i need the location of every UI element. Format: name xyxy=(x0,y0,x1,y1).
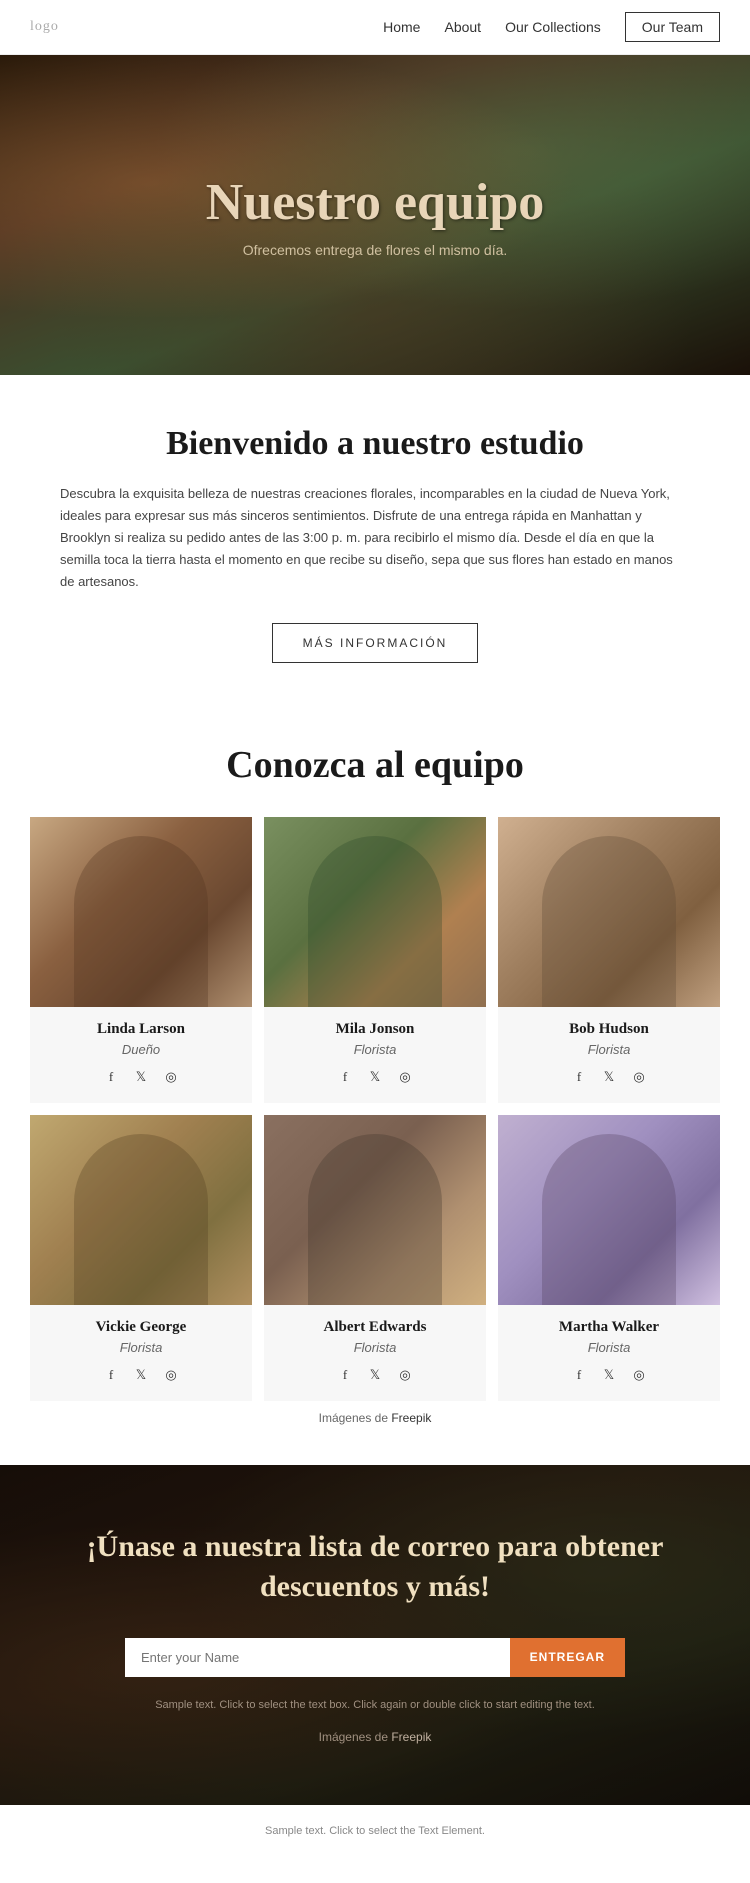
team-member-role: Florista xyxy=(274,1042,476,1057)
facebook-icon[interactable]: f xyxy=(335,1067,355,1087)
team-socials: f 𝕏 ◎ xyxy=(40,1365,242,1385)
person-body xyxy=(74,1134,207,1305)
team-card-info: Linda Larson Dueño f 𝕏 ◎ xyxy=(30,1007,252,1103)
team-card: Linda Larson Dueño f 𝕏 ◎ xyxy=(30,817,252,1103)
newsletter-name-input[interactable] xyxy=(125,1638,510,1677)
team-card: Martha Walker Florista f 𝕏 ◎ xyxy=(498,1115,720,1401)
team-card-info: Albert Edwards Florista f 𝕏 ◎ xyxy=(264,1305,486,1401)
footer-sample-text: Sample text. Click to select the Text El… xyxy=(0,1805,750,1857)
person-silhouette xyxy=(498,817,720,1007)
newsletter-sample-text: Sample text. Click to select the text bo… xyxy=(155,1697,595,1715)
nav-collections[interactable]: Our Collections xyxy=(505,19,601,35)
person-body xyxy=(308,1134,441,1305)
team-socials: f 𝕏 ◎ xyxy=(274,1067,476,1087)
team-card: Mila Jonson Florista f 𝕏 ◎ xyxy=(264,817,486,1103)
team-member-role: Florista xyxy=(508,1042,710,1057)
hero-subtitle: Ofrecemos entrega de flores el mismo día… xyxy=(243,242,508,258)
instagram-icon[interactable]: ◎ xyxy=(629,1067,649,1087)
facebook-icon[interactable]: f xyxy=(101,1365,121,1385)
welcome-section: Bienvenido a nuestro estudio Descubra la… xyxy=(0,375,750,693)
twitter-icon[interactable]: 𝕏 xyxy=(365,1067,385,1087)
team-member-role: Florista xyxy=(40,1340,242,1355)
facebook-icon[interactable]: f xyxy=(101,1067,121,1087)
team-member-name: Albert Edwards xyxy=(274,1319,476,1336)
twitter-icon[interactable]: 𝕏 xyxy=(131,1365,151,1385)
nav-about[interactable]: About xyxy=(444,19,481,35)
team-member-name: Mila Jonson xyxy=(274,1021,476,1038)
team-member-role: Dueño xyxy=(40,1042,242,1057)
team-socials: f 𝕏 ◎ xyxy=(508,1067,710,1087)
person-silhouette xyxy=(264,817,486,1007)
team-member-name: Bob Hudson xyxy=(508,1021,710,1038)
team-card: Albert Edwards Florista f 𝕏 ◎ xyxy=(264,1115,486,1401)
twitter-icon[interactable]: 𝕏 xyxy=(599,1365,619,1385)
team-member-role: Florista xyxy=(274,1340,476,1355)
twitter-icon[interactable]: 𝕏 xyxy=(131,1067,151,1087)
welcome-title: Bienvenido a nuestro estudio xyxy=(60,425,690,463)
person-body xyxy=(542,836,675,1007)
team-socials: f 𝕏 ◎ xyxy=(508,1365,710,1385)
twitter-icon[interactable]: 𝕏 xyxy=(599,1067,619,1087)
welcome-text: Descubra la exquisita belleza de nuestra… xyxy=(60,483,690,593)
newsletter-freepik-link[interactable]: Freepik xyxy=(391,1730,431,1744)
person-body xyxy=(308,836,441,1007)
team-photo-vickie xyxy=(30,1115,252,1305)
instagram-icon[interactable]: ◎ xyxy=(395,1067,415,1087)
nav-home[interactable]: Home xyxy=(383,19,420,35)
newsletter-form: ENTREGAR xyxy=(125,1638,625,1677)
instagram-icon[interactable]: ◎ xyxy=(629,1365,649,1385)
navbar: logo Home About Our Collections Our Team xyxy=(0,0,750,55)
instagram-icon[interactable]: ◎ xyxy=(161,1365,181,1385)
team-socials: f 𝕏 ◎ xyxy=(274,1365,476,1385)
team-photo-linda xyxy=(30,817,252,1007)
hero-title: Nuestro equipo xyxy=(206,173,545,232)
more-info-button[interactable]: MÁS INFORMACIÓN xyxy=(272,623,479,663)
person-body xyxy=(542,1134,675,1305)
newsletter-freepik: Imágenes de Freepik xyxy=(319,1730,432,1744)
newsletter-title: ¡Únase a nuestra lista de correo para ob… xyxy=(80,1527,670,1608)
freepik-link[interactable]: Freepik xyxy=(391,1411,431,1425)
newsletter-section: ¡Únase a nuestra lista de correo para ob… xyxy=(0,1465,750,1805)
team-photo-albert xyxy=(264,1115,486,1305)
team-photo-mila xyxy=(264,817,486,1007)
team-card-info: Mila Jonson Florista f 𝕏 ◎ xyxy=(264,1007,486,1103)
twitter-icon[interactable]: 𝕏 xyxy=(365,1365,385,1385)
team-socials: f 𝕏 ◎ xyxy=(40,1067,242,1087)
person-body xyxy=(74,836,207,1007)
team-title: Conozca al equipo xyxy=(30,743,720,787)
facebook-icon[interactable]: f xyxy=(335,1365,355,1385)
team-member-name: Linda Larson xyxy=(40,1021,242,1038)
team-photo-bob xyxy=(498,817,720,1007)
nav-links: Home About Our Collections Our Team xyxy=(383,12,720,42)
team-card: Vickie George Florista f 𝕏 ◎ xyxy=(30,1115,252,1401)
team-card: Bob Hudson Florista f 𝕏 ◎ xyxy=(498,817,720,1103)
logo: logo xyxy=(30,19,59,35)
person-silhouette xyxy=(264,1115,486,1305)
hero-section: Nuestro equipo Ofrecemos entrega de flor… xyxy=(0,55,750,375)
instagram-icon[interactable]: ◎ xyxy=(161,1067,181,1087)
team-card-info: Martha Walker Florista f 𝕏 ◎ xyxy=(498,1305,720,1401)
team-grid: Linda Larson Dueño f 𝕏 ◎ Mila Jonson Flo… xyxy=(30,817,720,1401)
team-photo-martha xyxy=(498,1115,720,1305)
nav-team-btn[interactable]: Our Team xyxy=(625,12,720,42)
person-silhouette xyxy=(30,817,252,1007)
facebook-icon[interactable]: f xyxy=(569,1067,589,1087)
person-silhouette xyxy=(30,1115,252,1305)
freepik-attribution: Imágenes de Freepik xyxy=(30,1401,720,1445)
team-section: Conozca al equipo Linda Larson Dueño f 𝕏… xyxy=(0,693,750,1465)
team-member-role: Florista xyxy=(508,1340,710,1355)
instagram-icon[interactable]: ◎ xyxy=(395,1365,415,1385)
team-member-name: Vickie George xyxy=(40,1319,242,1336)
team-card-info: Bob Hudson Florista f 𝕏 ◎ xyxy=(498,1007,720,1103)
team-member-name: Martha Walker xyxy=(508,1319,710,1336)
facebook-icon[interactable]: f xyxy=(569,1365,589,1385)
newsletter-submit-btn[interactable]: ENTREGAR xyxy=(510,1638,625,1677)
person-silhouette xyxy=(498,1115,720,1305)
team-card-info: Vickie George Florista f 𝕏 ◎ xyxy=(30,1305,252,1401)
